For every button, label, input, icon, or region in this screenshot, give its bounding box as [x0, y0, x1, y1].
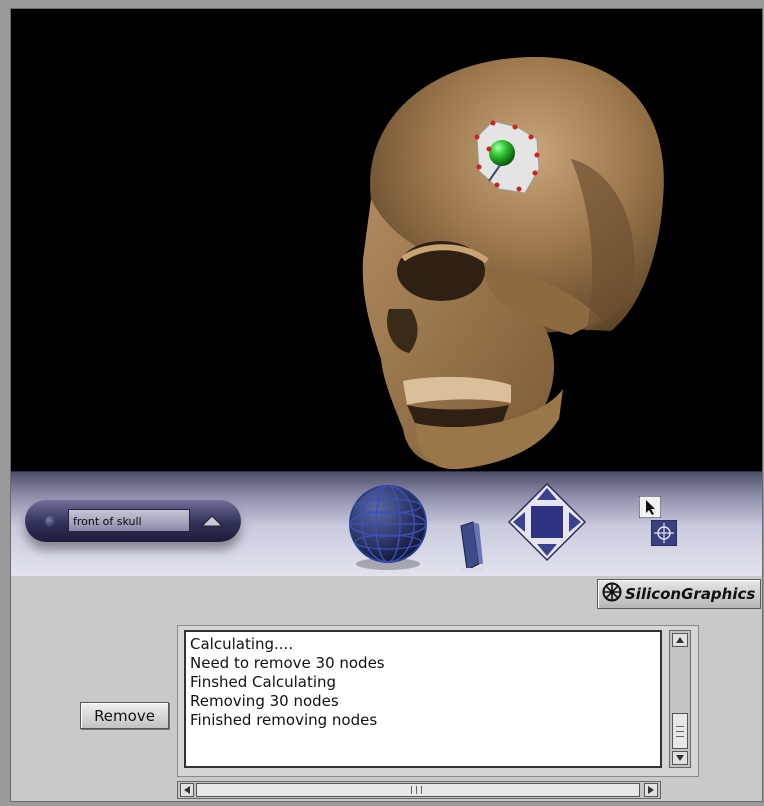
log-line: Need to remove 30 nodes — [190, 654, 385, 672]
grip-line — [421, 786, 422, 794]
scroll-down-arrow-icon[interactable] — [672, 751, 688, 765]
scroll-left-arrow-icon[interactable] — [180, 783, 194, 797]
view-selector-field[interactable]: front of skull — [68, 509, 190, 532]
scroll-right-arrow-icon[interactable] — [644, 783, 658, 797]
vertical-scroll-thumb[interactable] — [672, 713, 688, 749]
log-line: Calculating.... — [190, 635, 294, 653]
vertical-scrollbar[interactable] — [669, 630, 691, 768]
triangle-up-icon[interactable] — [197, 509, 227, 532]
grip-line — [676, 726, 684, 727]
log-line: Finished removing nodes — [190, 711, 378, 729]
grip-line — [416, 786, 417, 794]
grip-line — [676, 736, 684, 737]
horizontal-scroll-thumb[interactable] — [196, 783, 640, 797]
cursor-icon[interactable] — [639, 496, 661, 518]
crosshair-icon[interactable] — [651, 520, 677, 546]
application-window: front of skull SiliconGraphics Remove Ca… — [10, 8, 763, 802]
view-indicator-icon — [45, 516, 56, 527]
remove-button[interactable]: Remove — [80, 702, 169, 729]
log-output[interactable]: Calculating.... Need to remove 30 nodes … — [184, 630, 662, 768]
skull-model[interactable] — [11, 9, 762, 471]
viewer-toolbar: front of skull — [11, 471, 762, 576]
horizontal-scrollbar[interactable] — [177, 781, 661, 799]
sphere-icon[interactable] — [343, 480, 433, 572]
3d-viewport[interactable] — [11, 9, 762, 471]
logo-text: SiliconGraphics — [625, 585, 756, 603]
grip-line — [411, 786, 412, 794]
silicon-graphics-logo: SiliconGraphics — [597, 579, 761, 609]
grip-line — [676, 731, 684, 732]
slider-icon[interactable] — [453, 520, 487, 576]
view-selector[interactable]: front of skull — [25, 500, 241, 542]
diamond-arrows-icon[interactable] — [507, 482, 587, 562]
log-line: Removing 30 nodes — [190, 692, 339, 710]
log-panel: Calculating.... Need to remove 30 nodes … — [177, 625, 699, 777]
log-line: Finshed Calculating — [190, 673, 337, 691]
scroll-up-arrow-icon[interactable] — [672, 633, 688, 647]
sgi-cube-icon — [602, 582, 622, 606]
